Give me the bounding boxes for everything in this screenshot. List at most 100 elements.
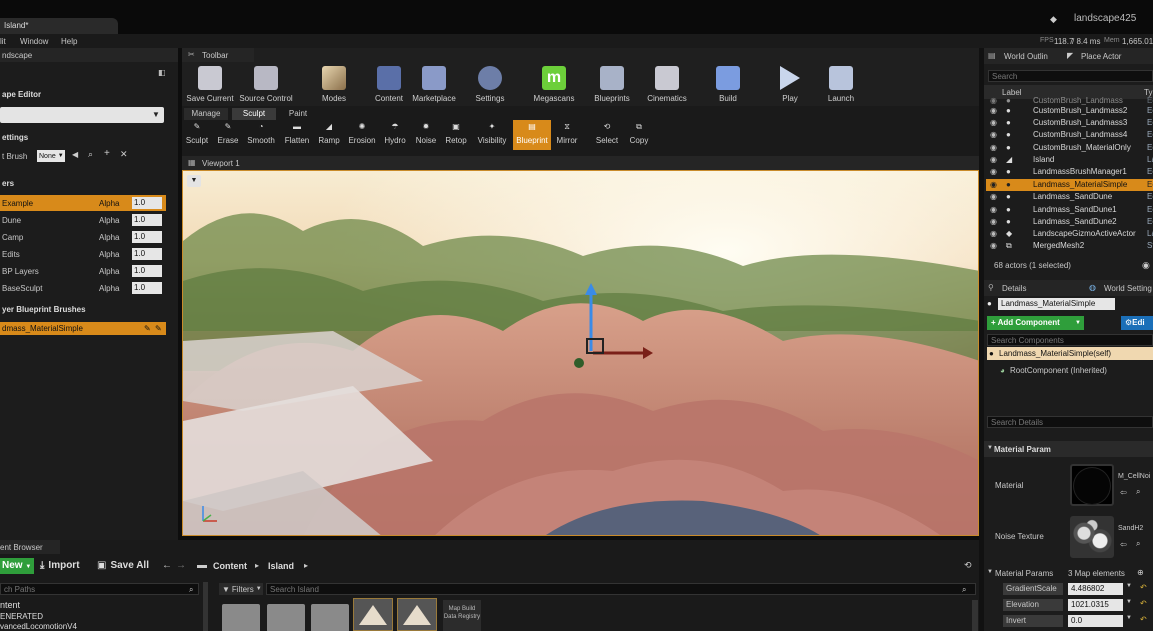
brush-select[interactable]: None ▼ xyxy=(37,150,65,162)
tree-item[interactable]: vancedLocomotionV4 xyxy=(0,622,77,631)
layer-row[interactable]: BP Layers Alpha 1.0 xyxy=(0,263,166,279)
layer-row[interactable]: Edits Alpha 1.0 xyxy=(0,246,166,262)
eye-icon[interactable]: ◉ xyxy=(990,142,997,154)
outliner-row[interactable]: ◉ ● LandmassBrushManager1 Ec xyxy=(986,166,1153,178)
use-selected-arrow-icon[interactable]: ⇦ xyxy=(1120,488,1127,497)
level-viewport[interactable]: ▼ xyxy=(182,170,979,536)
layer-alpha-input[interactable]: 1.0 xyxy=(132,248,162,260)
param-value-input[interactable]: 1021.0315 xyxy=(1068,599,1123,611)
settings-button[interactable]: Settings xyxy=(462,66,518,103)
layer-row[interactable]: BaseSculpt Alpha 1.0 xyxy=(0,280,166,296)
tab-sculpt[interactable]: Sculpt xyxy=(232,108,276,120)
cinematics-button[interactable]: Cinematics xyxy=(639,66,695,103)
eye-icon[interactable]: ◉ xyxy=(990,105,997,117)
view-options-eye-icon[interactable]: ◉ xyxy=(1142,260,1150,271)
layer-alpha-input[interactable]: 1.0 xyxy=(132,197,162,209)
noise-texture-thumbnail[interactable] xyxy=(1070,516,1114,558)
asset-scrollbar[interactable] xyxy=(972,600,978,631)
menu-item-edit[interactable]: lit xyxy=(0,37,6,46)
param-key[interactable]: Invert xyxy=(1003,615,1063,627)
eye-icon[interactable]: ◉ xyxy=(990,240,997,252)
outliner-row[interactable]: ◉ ● Landmass_SandDune Ec xyxy=(986,191,1153,203)
viewport-options-button[interactable]: ▼ xyxy=(187,175,201,187)
search-components-input[interactable]: Search Components xyxy=(987,334,1153,346)
tool-erosion[interactable]: ✺ Erosion xyxy=(346,122,378,145)
filters-button[interactable]: ▼ Filters ▼ xyxy=(219,583,263,595)
outliner-row[interactable]: ◉ ◢ Island La xyxy=(986,154,1153,166)
layer-alpha-input[interactable]: 1.0 xyxy=(132,214,162,226)
history-icon[interactable]: ⟲ xyxy=(964,560,972,571)
search-paths-input[interactable]: ch Paths ⌕ xyxy=(0,583,199,595)
play-button[interactable]: Play xyxy=(762,66,818,103)
save-current-button[interactable]: Save Current xyxy=(182,66,238,103)
outliner-row[interactable]: ◉ ● CustomBrush_Landmass4 Ec xyxy=(986,129,1153,141)
search-icon[interactable]: ⌕ xyxy=(88,149,93,160)
actor-name-input[interactable]: Landmass_MaterialSimple xyxy=(998,298,1115,310)
param-value-input[interactable]: 0.0 xyxy=(1068,615,1123,627)
outliner-row[interactable]: ◉ ● Landmass_SandDune2 Ec xyxy=(986,216,1153,228)
viewport-tab[interactable]: Viewport 1 xyxy=(202,159,240,168)
tool-sculpt[interactable]: ✎ Sculpt xyxy=(184,122,210,145)
panel-splitter[interactable] xyxy=(979,48,984,631)
path-segment-content[interactable]: Content xyxy=(213,561,247,571)
tool-blueprint[interactable]: ▤ Blueprint xyxy=(513,120,551,150)
outliner-row-selected[interactable]: ◉ ● Landmass_MaterialSimple Ec xyxy=(986,179,1153,191)
reset-arrow-icon[interactable]: ↶ xyxy=(1140,599,1147,608)
tool-copy[interactable]: ⧉ Copy xyxy=(626,122,652,145)
path-segment-island[interactable]: Island xyxy=(268,561,294,571)
tool-select[interactable]: ⟲ Select xyxy=(594,122,620,145)
launch-button[interactable]: Launch xyxy=(813,66,869,103)
forward-arrow-icon[interactable]: → xyxy=(176,560,186,571)
add-icon[interactable]: ⊕ xyxy=(1137,568,1144,577)
import-button[interactable]: ⤓ Import xyxy=(40,560,80,571)
use-selected-arrow-icon[interactable]: ⇦ xyxy=(1120,540,1127,549)
tab-manage[interactable]: Manage xyxy=(184,108,228,120)
tool-mirror[interactable]: ⧖ Mirror xyxy=(554,122,580,145)
outliner-row[interactable]: ◉ ● CustomBrush_Landmass3 Ec xyxy=(986,117,1153,129)
chevron-down-icon[interactable]: ▼ xyxy=(1126,583,1132,589)
param-key[interactable]: GradientScale xyxy=(1003,583,1063,595)
tree-scrollbar[interactable] xyxy=(203,582,208,631)
map-asset-thumbnail[interactable] xyxy=(397,598,437,631)
tool-visibility[interactable]: ✦ Visibility xyxy=(474,122,510,145)
layer-alpha-input[interactable]: 1.0 xyxy=(132,282,162,294)
layer-alpha-input[interactable]: 1.0 xyxy=(132,231,162,243)
blueprints-button[interactable]: Blueprints xyxy=(584,66,640,103)
layer-alpha-input[interactable]: 1.0 xyxy=(132,265,162,277)
arrow-left-icon[interactable]: ◀ xyxy=(72,150,78,159)
bp-brush-item[interactable]: dmass_MaterialSimple ✎ ✎ xyxy=(0,322,166,335)
root-component-row[interactable]: ◕ RootComponent (Inherited) xyxy=(1000,366,1107,375)
tab-world-outliner[interactable]: World Outlin xyxy=(1004,52,1048,61)
reset-arrow-icon[interactable]: ↶ xyxy=(1140,583,1147,592)
tool-flatten[interactable]: ▬ Flatten xyxy=(282,122,312,145)
outliner-row[interactable]: ◉ ● CustomBrush_MaterialOnly Ec xyxy=(986,142,1153,154)
tab-paint[interactable]: Paint xyxy=(280,108,316,120)
param-value-input[interactable]: 4.486802 xyxy=(1068,583,1123,595)
source-control-button[interactable]: Source Control xyxy=(238,66,294,103)
layer-row[interactable]: Dune Alpha 1.0 xyxy=(0,212,166,228)
tool-smooth[interactable]: ◔ Smooth xyxy=(246,122,276,145)
param-key[interactable]: Elevation xyxy=(1003,599,1063,611)
folder-thumbnail[interactable] xyxy=(222,604,260,631)
browse-search-icon[interactable]: ⌕ xyxy=(1136,539,1140,549)
eye-icon[interactable]: ◉ xyxy=(990,191,997,203)
modes-button[interactable]: Modes xyxy=(306,66,362,103)
eye-icon[interactable]: ◉ xyxy=(990,129,997,141)
tab-details[interactable]: Details xyxy=(1002,284,1026,293)
tool-hydro[interactable]: ☂ Hydro xyxy=(382,122,408,145)
edit-icon[interactable]: ✎ xyxy=(155,322,162,335)
build-button[interactable]: Build xyxy=(700,66,756,103)
folder-thumbnail[interactable] xyxy=(311,604,349,631)
eye-icon[interactable]: ◉ xyxy=(990,216,997,228)
save-all-button[interactable]: ▣ Save All xyxy=(97,560,149,571)
tree-item[interactable]: ENERATED xyxy=(0,612,43,621)
reset-arrow-icon[interactable]: ↶ xyxy=(1140,615,1147,624)
add-component-button[interactable]: + Add Component ▼ xyxy=(987,316,1084,330)
megascans-button[interactable]: m Megascans xyxy=(526,66,582,103)
back-arrow-icon[interactable]: ← xyxy=(162,560,172,571)
content-browser-tab[interactable]: ent Browser xyxy=(0,540,60,554)
map-build-data-asset[interactable]: Map Build Data Registry xyxy=(443,600,481,631)
landscape-select-dropdown[interactable]: ▼ xyxy=(0,107,164,123)
material-param-section[interactable]: ▼ Material Param xyxy=(984,441,1153,457)
eye-icon[interactable]: ◉ xyxy=(990,154,997,166)
